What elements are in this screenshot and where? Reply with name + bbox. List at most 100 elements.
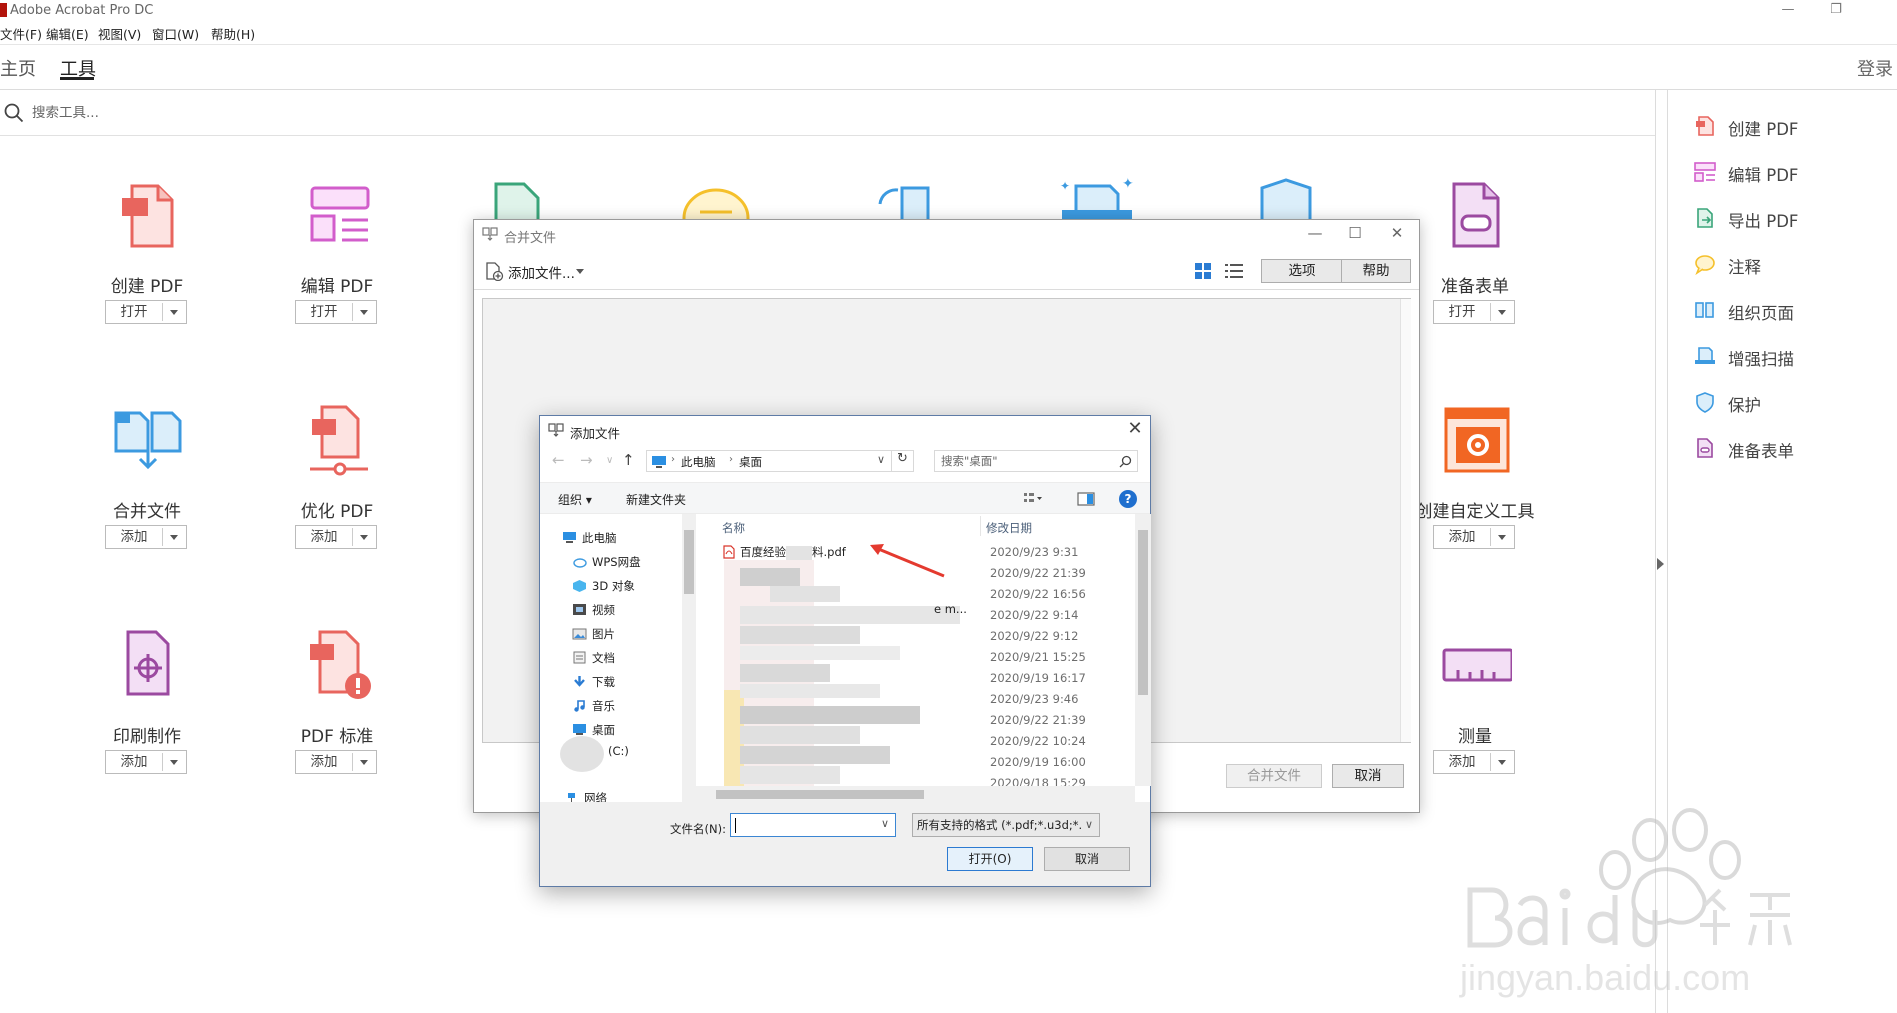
- dropdown-caret-icon[interactable]: [360, 310, 368, 315]
- list-view-icon[interactable]: [1224, 262, 1244, 280]
- address-bar[interactable]: › 此电脑 › 桌面 ∨: [646, 450, 892, 472]
- open-button[interactable]: 打开: [105, 300, 187, 324]
- open-button[interactable]: 打开(O): [947, 847, 1033, 871]
- dropdown-caret-icon[interactable]: [1498, 760, 1506, 765]
- tool-pdf-standards[interactable]: PDF 标准 添加: [262, 630, 412, 830]
- tree-item-pictures[interactable]: 图片: [572, 624, 696, 644]
- open-button[interactable]: 打开: [295, 300, 377, 324]
- add-button[interactable]: 添加: [105, 750, 187, 774]
- file-name[interactable]: 百度经验 料.pdf: [740, 544, 846, 560]
- file-name-input[interactable]: ∨: [730, 813, 896, 837]
- search-tools-input[interactable]: [32, 105, 332, 121]
- panel-item-organize-pages[interactable]: 组织页面: [1694, 298, 1894, 323]
- restore-icon[interactable]: ❐: [1813, 0, 1859, 22]
- dropdown-caret-icon[interactable]: [170, 760, 178, 765]
- add-button[interactable]: 添加: [295, 750, 377, 774]
- vertical-scrollbar[interactable]: [1135, 514, 1151, 786]
- panel-item-enhance-scan[interactable]: 增强扫描: [1694, 344, 1894, 369]
- tab-home[interactable]: 主页: [0, 55, 36, 81]
- scroll-thumb[interactable]: [684, 530, 694, 594]
- breadcrumb-desktop[interactable]: 桌面: [739, 454, 762, 470]
- panel-item-export-pdf[interactable]: 导出 PDF: [1694, 206, 1894, 231]
- chevron-down-icon[interactable]: [576, 269, 584, 274]
- add-files-button[interactable]: 添加文件...: [508, 262, 575, 282]
- grid-view-icon[interactable]: [1194, 262, 1212, 280]
- menu-view[interactable]: 视图(V): [98, 24, 141, 43]
- view-options-icon[interactable]: [1024, 492, 1042, 505]
- tree-item-videos[interactable]: 视频: [572, 600, 696, 620]
- up-arrow-icon[interactable]: ↑: [622, 451, 635, 469]
- scrollbar[interactable]: [1400, 299, 1411, 742]
- tool-edit-pdf[interactable]: 编辑 PDF 打开: [262, 180, 412, 380]
- tree-item-this-pc[interactable]: 此电脑: [562, 528, 692, 548]
- open-button[interactable]: 打开: [1433, 300, 1515, 324]
- dropdown-caret-icon[interactable]: [1498, 310, 1506, 315]
- back-arrow-icon[interactable]: ←: [552, 451, 565, 469]
- cancel-button[interactable]: 取消: [1044, 847, 1130, 871]
- horizontal-scrollbar[interactable]: [696, 786, 1135, 802]
- close-icon[interactable]: ✕: [1382, 224, 1412, 244]
- add-button[interactable]: 添加: [105, 525, 187, 549]
- panel-item-create-pdf[interactable]: 创建 PDF: [1694, 114, 1894, 139]
- organize-button[interactable]: 组织 ▾: [558, 491, 592, 508]
- tree-item-music[interactable]: 音乐: [572, 696, 696, 716]
- tree-scrollbar[interactable]: [682, 514, 696, 802]
- panel-item-comment[interactable]: 注释: [1694, 252, 1894, 277]
- menu-window[interactable]: 窗口(W): [152, 24, 199, 43]
- tree-item-documents[interactable]: 文档: [572, 648, 696, 668]
- tree-item-c-drive[interactable]: (C:): [560, 736, 696, 772]
- options-button[interactable]: 选项: [1261, 259, 1343, 283]
- file-date: 2020/9/18 15:29: [990, 776, 1086, 786]
- maximize-icon[interactable]: ☐: [1340, 224, 1370, 244]
- search-desktop-input[interactable]: [941, 454, 1111, 468]
- tree-item-network[interactable]: 网络: [564, 788, 694, 802]
- chevron-down-icon[interactable]: ∨: [1085, 814, 1093, 836]
- panel-item-edit-pdf[interactable]: 编辑 PDF: [1694, 160, 1894, 185]
- tree-item-wps-cloud[interactable]: WPS网盘: [572, 552, 696, 572]
- dropdown-caret-icon[interactable]: [1498, 535, 1506, 540]
- recent-locations-icon[interactable]: ∨: [606, 455, 613, 466]
- minimize-icon[interactable]: —: [1300, 224, 1330, 244]
- column-header-date[interactable]: 修改日期: [986, 520, 1032, 536]
- tool-combine-files[interactable]: 合并文件 添加: [72, 405, 222, 605]
- minimize-icon[interactable]: —: [1765, 0, 1811, 22]
- scroll-thumb[interactable]: [1138, 530, 1148, 695]
- login-link[interactable]: 登录: [1857, 55, 1893, 81]
- cancel-button[interactable]: 取消: [1332, 764, 1404, 788]
- expand-panel-icon[interactable]: [1657, 558, 1664, 570]
- dropdown-caret-icon[interactable]: [170, 535, 178, 540]
- close-icon[interactable]: ✕: [1122, 418, 1148, 442]
- refresh-icon[interactable]: ↻: [892, 450, 914, 472]
- add-button[interactable]: 添加: [1433, 525, 1515, 549]
- help-button[interactable]: 帮助: [1341, 259, 1411, 283]
- chevron-down-icon[interactable]: ∨: [881, 817, 889, 830]
- file-type-select[interactable]: 所有支持的格式 (*.pdf;*.u3d;*. ∨: [912, 813, 1100, 837]
- menu-help[interactable]: 帮助(H): [211, 24, 255, 43]
- dropdown-caret-icon[interactable]: [360, 760, 368, 765]
- chevron-down-icon[interactable]: ∨: [877, 453, 885, 466]
- tool-prepare-form[interactable]: 准备表单 打开: [1400, 180, 1550, 380]
- dropdown-caret-icon[interactable]: [360, 535, 368, 540]
- panel-item-prepare-form[interactable]: 准备表单: [1694, 436, 1894, 461]
- add-button[interactable]: 添加: [295, 525, 377, 549]
- combine-files-button[interactable]: 合并文件: [1226, 764, 1322, 788]
- dropdown-caret-icon[interactable]: [170, 310, 178, 315]
- scroll-thumb[interactable]: [716, 790, 924, 799]
- new-folder-button[interactable]: 新建文件夹: [626, 491, 686, 508]
- panel-item-protect[interactable]: 保护: [1694, 390, 1894, 415]
- tree-item-downloads[interactable]: 下载: [572, 672, 696, 692]
- tool-create-pdf[interactable]: 创建 PDF 打开: [72, 180, 222, 380]
- add-button[interactable]: 添加: [1433, 750, 1515, 774]
- column-header-name[interactable]: 名称: [722, 520, 745, 536]
- tool-optimize-pdf[interactable]: 优化 PDF 添加: [262, 405, 412, 605]
- menu-file[interactable]: 文件(F): [0, 24, 42, 43]
- tool-create-custom-tool[interactable]: 创建自定义工具 添加: [1400, 405, 1550, 605]
- preview-pane-icon[interactable]: [1077, 492, 1095, 506]
- breadcrumb-this-pc[interactable]: 此电脑: [681, 454, 716, 470]
- help-icon[interactable]: ?: [1119, 490, 1137, 508]
- forward-arrow-icon[interactable]: →: [580, 451, 593, 469]
- search-box[interactable]: [934, 450, 1138, 472]
- tool-print-production[interactable]: 印刷制作 添加: [72, 630, 222, 830]
- menu-edit[interactable]: 编辑(E): [46, 24, 89, 43]
- tree-item-3d-objects[interactable]: 3D 对象: [572, 576, 696, 596]
